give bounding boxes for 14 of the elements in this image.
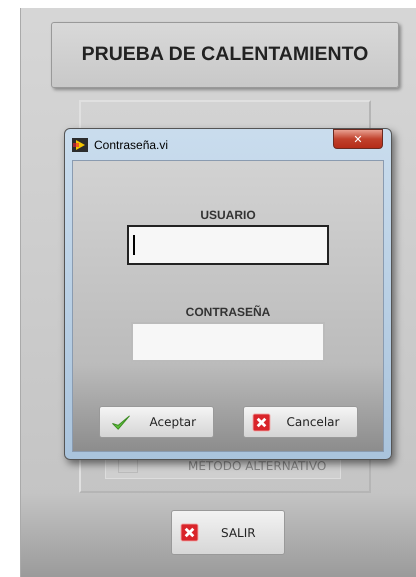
dialog-button[interactable]: Aceptar	[98, 406, 214, 438]
input-field[interactable]	[131, 322, 325, 362]
exit-button[interactable]: SALIR	[171, 510, 285, 555]
input-field[interactable]	[127, 225, 329, 265]
field-label: USUARIO	[200, 207, 256, 224]
dialog-button[interactable]: Cancelar	[242, 406, 358, 438]
dialog-title: Contraseña.vi	[94, 136, 168, 154]
field-label: CONTRASEÑA	[186, 304, 270, 321]
close-icon	[252, 412, 270, 432]
close-icon	[180, 523, 199, 542]
close-button[interactable]: ✕	[333, 129, 383, 149]
app-icon	[72, 138, 88, 152]
checkbox-label: MÉTODO ALTERNATIVO	[188, 459, 326, 473]
title-button[interactable]: PRUEBA DE CALENTAMIENTO	[51, 22, 399, 88]
